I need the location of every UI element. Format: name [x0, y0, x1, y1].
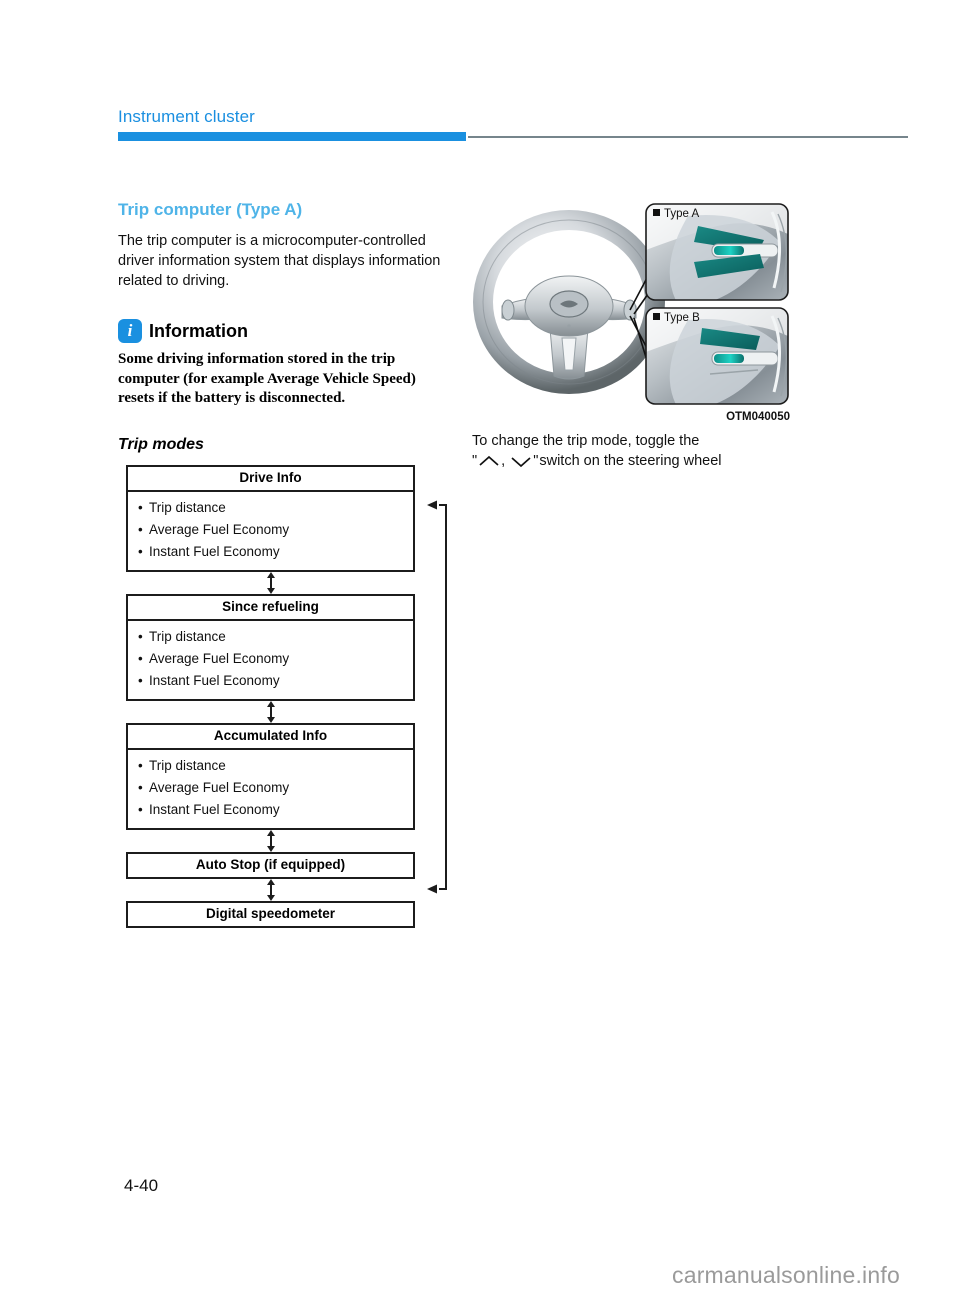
caption-line-2-tail: switch on the steering wheel — [539, 453, 722, 469]
flow-box-title: Drive Info — [128, 467, 413, 492]
information-icon: i — [118, 319, 142, 343]
bullet-marker-type-a — [653, 209, 660, 216]
list-item: Trip distance — [138, 497, 413, 519]
steering-wheel-figure: Type A Type B OTM040050 — [472, 198, 792, 423]
label-type-b: Type B — [664, 312, 700, 324]
page-number: 4-40 — [124, 1176, 159, 1195]
header-rule-blue — [118, 132, 466, 141]
left-column: Trip computer (Type A) The trip computer… — [118, 198, 448, 928]
flow-connector-double-arrow — [126, 700, 415, 723]
flow-feedback-loop-arrow — [427, 500, 447, 893]
double-arrow-icon — [267, 700, 275, 723]
chevron-up-icon — [479, 455, 499, 466]
flow-box: Auto Stop (if equipped) — [126, 851, 415, 879]
flow-box-list: Trip distance Average Fuel Economy Insta… — [128, 621, 413, 699]
flow-box: Digital speedometer — [126, 900, 415, 928]
flow-connector-double-arrow — [126, 571, 415, 594]
caption-comma: , — [501, 453, 506, 469]
subsection-heading-trip-modes: Trip modes — [118, 435, 204, 453]
list-item: Trip distance — [138, 755, 413, 777]
section-heading-trip-computer: Trip computer (Type A) — [118, 200, 303, 219]
flow-box-title: Accumulated Info — [128, 725, 413, 750]
list-item: Instant Fuel Economy — [138, 541, 413, 563]
list-item: Instant Fuel Economy — [138, 670, 413, 692]
bullet-marker-type-b — [653, 313, 660, 320]
header-rule-gray — [468, 136, 908, 138]
list-item: Average Fuel Economy — [138, 519, 413, 541]
right-column: Type A Type B OTM040050 To change the tr… — [472, 198, 802, 471]
information-callout: i Information Some driving information s… — [118, 319, 448, 409]
double-arrow-icon — [267, 829, 275, 852]
flow-box-list: Trip distance Average Fuel Economy Insta… — [128, 492, 413, 570]
figure-code: OTM040050 — [726, 411, 790, 423]
list-item: Instant Fuel Economy — [138, 799, 413, 821]
information-header: i Information — [118, 319, 448, 343]
information-body: Some driving information stored in the t… — [118, 351, 416, 406]
flow-box-title: Since refueling — [128, 596, 413, 621]
double-arrow-icon — [267, 571, 275, 594]
figure-caption: To change the trip mode, toggle the " , … — [472, 431, 802, 471]
flow-box: Accumulated Info Trip distance Average F… — [126, 722, 415, 830]
chapter-title: Instrument cluster — [118, 107, 255, 126]
flow-box-title: Digital speedometer — [205, 905, 336, 921]
information-title: Information — [149, 321, 248, 341]
flow-box-list: Trip distance Average Fuel Economy Insta… — [128, 750, 413, 828]
double-arrow-icon — [267, 878, 275, 901]
label-type-a: Type A — [664, 208, 699, 220]
caption-quote-open: " — [472, 453, 478, 469]
caption-line-1: To change the trip mode, toggle the — [472, 433, 700, 449]
flow-connector-double-arrow — [126, 829, 415, 852]
intro-paragraph: The trip computer is a microcomputer-con… — [118, 233, 441, 289]
chevron-down-icon — [511, 456, 531, 467]
flow-box-title: Auto Stop (if equipped) — [195, 856, 346, 872]
flow-connector-double-arrow — [126, 878, 415, 901]
list-item: Average Fuel Economy — [138, 648, 413, 670]
site-watermark: carmanualsonline.info — [672, 1262, 900, 1288]
caption-quote-close: " — [533, 453, 539, 469]
caption-line-2: " , " switch on the steering wheel — [472, 451, 802, 471]
header-rules — [118, 132, 908, 141]
page-header: Instrument cluster — [118, 106, 908, 128]
flow-box: Since refueling Trip distance Average Fu… — [126, 593, 415, 701]
flow-box: Drive Info Trip distance Average Fuel Ec… — [126, 464, 415, 572]
trip-modes-flowchart: Drive Info Trip distance Average Fuel Ec… — [118, 464, 448, 928]
list-item: Average Fuel Economy — [138, 777, 413, 799]
list-item: Trip distance — [138, 626, 413, 648]
